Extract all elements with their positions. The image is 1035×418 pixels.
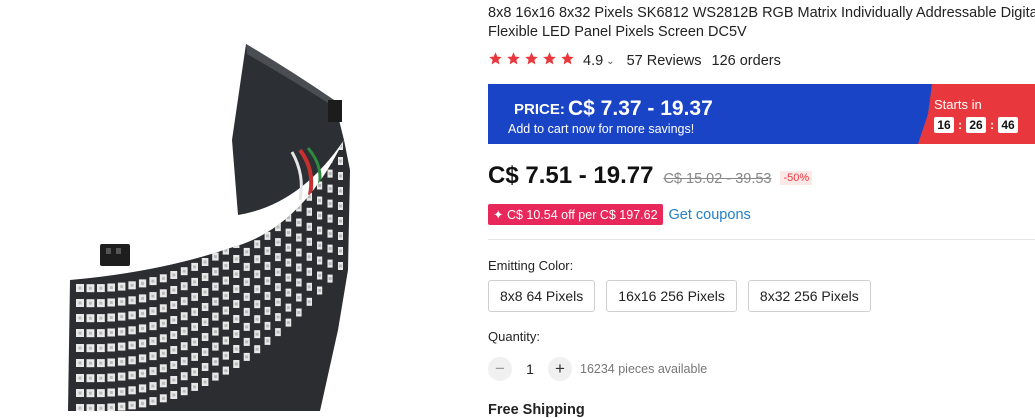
product-image: [68, 44, 350, 411]
product-info-panel: 8x8 16x16 8x32 Pixels SK6812 WS2812B RGB…: [488, 0, 1035, 418]
countdown-timer: 16 : 26 : 46: [934, 117, 1018, 133]
star-icon: [543, 52, 556, 65]
star-icon: [507, 52, 520, 65]
star-icon: [489, 52, 502, 65]
product-title-continued: Flexible LED Panel Pixels Screen DC5V: [488, 24, 747, 40]
promo-note: Add to cart now for more savings!: [508, 122, 695, 136]
rating-value[interactable]: 4.9: [583, 53, 603, 69]
quantity-decrease-button[interactable]: −: [488, 357, 512, 381]
rating-row: 4.9 ⌄ 57 Reviews 126 orders: [488, 51, 781, 71]
reviews-link[interactable]: 57 Reviews: [627, 53, 702, 69]
quantity-stepper: − + 16234 pieces available: [488, 357, 707, 381]
orders-count: 126 orders: [711, 53, 781, 69]
connector-side: [100, 244, 130, 266]
timer-hours: 16: [934, 117, 954, 133]
promo-price-range: C$ 7.37 - 19.37: [568, 97, 713, 120]
emitting-color-label: Emitting Color:: [488, 258, 574, 273]
discount-badge: -50%: [780, 171, 813, 185]
product-title: 8x8 16x16 8x32 Pixels SK6812 WS2812B RGB…: [488, 5, 1035, 21]
emitting-color-options: 8x8 64 Pixels 16x16 256 Pixels 8x32 256 …: [488, 280, 882, 312]
section-divider: [488, 239, 1035, 240]
quantity-increase-button[interactable]: +: [548, 357, 572, 381]
starts-in-label: Starts in: [934, 97, 982, 112]
original-price: C$ 15.02 - 39.53: [663, 171, 772, 187]
get-coupons-link[interactable]: Get coupons: [669, 207, 751, 223]
coupon-badge: ✦ C$ 10.54 off per C$ 197.62: [488, 204, 663, 225]
option-8x8-button[interactable]: 8x8 64 Pixels: [488, 280, 596, 312]
option-16x16-button[interactable]: 16x16 256 Pixels: [606, 280, 737, 312]
led-pixel: [264, 216, 271, 225]
led-pixel: [285, 198, 292, 207]
promo-price-banner: PRICE: C$ 7.37 - 19.37 Add to cart now f…: [488, 84, 1035, 144]
rating-stars: [488, 51, 578, 71]
timer-minutes: 26: [966, 117, 986, 133]
led-pixel: [233, 240, 240, 248]
coupon-row: ✦ C$ 10.54 off per C$ 197.62 Get coupons: [488, 204, 751, 225]
quantity-label: Quantity:: [488, 329, 541, 344]
option-8x32-button[interactable]: 8x32 256 Pixels: [747, 280, 871, 312]
quantity-input[interactable]: [512, 360, 548, 378]
promo-price-label: PRICE:: [514, 101, 565, 118]
star-icon: [561, 52, 574, 65]
shipping-heading: Free Shipping: [488, 402, 585, 418]
current-price: C$ 7.51 - 19.77: [488, 162, 654, 189]
chevron-down-icon[interactable]: ⌄: [606, 56, 614, 67]
available-stock: 16234 pieces available: [580, 362, 708, 376]
countdown-panel: Starts in 16 : 26 : 46: [918, 84, 1035, 144]
price-row: C$ 7.51 - 19.77 C$ 15.02 - 39.53 -50%: [488, 162, 813, 190]
led-pixel: [254, 225, 261, 234]
star-icon: [525, 52, 538, 65]
led-pixel: [243, 232, 250, 241]
led-pixel: [275, 208, 281, 217]
timer-seconds: 46: [998, 117, 1018, 133]
connector-top: [328, 100, 342, 122]
